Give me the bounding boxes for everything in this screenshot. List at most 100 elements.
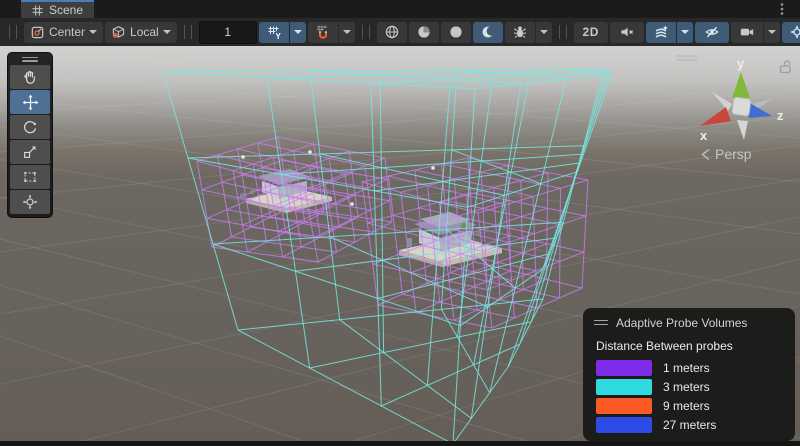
scene-effects-button[interactable] xyxy=(646,22,676,43)
move-tool-button[interactable] xyxy=(10,90,50,114)
snap-toggle-button[interactable] xyxy=(308,22,338,43)
shaded-sphere-icon xyxy=(416,24,432,40)
mode-2d-button[interactable]: 2D xyxy=(574,22,608,43)
speaker-muted-icon xyxy=(619,24,635,40)
orientation-mode-button[interactable]: Local xyxy=(105,22,177,43)
grid-visibility-button[interactable]: Y xyxy=(259,22,289,43)
camera-settings-dropdown[interactable] xyxy=(764,22,780,43)
transform-tool-button[interactable] xyxy=(10,190,50,214)
orientation-mode-label: Local xyxy=(130,25,159,39)
snap-settings-dropdown[interactable] xyxy=(339,22,355,43)
swatch-3m xyxy=(596,379,652,395)
legend-row-9m: 9 meters xyxy=(596,398,785,414)
gizmos-button[interactable] xyxy=(782,22,800,43)
transform-icon xyxy=(22,194,38,210)
toolbar-drag-handle[interactable] xyxy=(9,25,17,39)
gizmo-x-axis-cone[interactable] xyxy=(700,107,731,126)
view-hand-tool-button[interactable] xyxy=(10,65,50,89)
rect-icon xyxy=(22,169,38,185)
scene-effects-dropdown[interactable] xyxy=(677,22,693,43)
mode-2d-label: 2D xyxy=(583,25,599,39)
effects-layers-icon xyxy=(653,24,669,40)
apv-legend-panel: Adaptive Probe Volumes Distance Between … xyxy=(583,308,795,441)
camera-icon xyxy=(739,24,755,40)
window-bottom-edge xyxy=(0,441,800,446)
camera-group xyxy=(731,22,780,43)
unity-scene-window: Scene Center Local xyxy=(0,0,800,446)
persp-chevron-icon xyxy=(701,148,711,161)
camera-settings-button[interactable] xyxy=(731,22,763,43)
scene-toolbar: Center Local Y xyxy=(0,18,800,46)
hand-icon xyxy=(22,69,38,85)
gizmo-x-label: x xyxy=(700,128,708,143)
legend-label-3m: 3 meters xyxy=(663,380,710,394)
view-toggles-handle[interactable] xyxy=(559,25,567,39)
gizmo-z-label: z xyxy=(777,108,784,123)
legend-label-27m: 27 meters xyxy=(663,418,716,432)
gizmo-center-cube[interactable] xyxy=(732,97,751,116)
rotate-icon xyxy=(22,119,38,135)
scale-tool-button[interactable] xyxy=(10,140,50,164)
filled-circle-icon xyxy=(448,24,464,40)
pivot-caret-icon xyxy=(89,30,97,34)
crescent-moon-icon xyxy=(480,24,496,40)
move-icon xyxy=(22,94,39,111)
scene-grid-icon xyxy=(32,5,43,16)
wireframe-sphere-icon xyxy=(384,24,400,40)
local-cube-icon xyxy=(111,25,126,40)
gizmo-crosshair-icon xyxy=(789,24,800,40)
tools-overlay-handle[interactable] xyxy=(10,54,50,64)
orientation-caret-icon xyxy=(163,30,171,34)
gizmo-lock-icon[interactable] xyxy=(779,59,792,74)
swatch-9m xyxy=(596,398,652,414)
scene-visibility-sphere-button[interactable] xyxy=(441,22,471,43)
swatch-1m xyxy=(596,360,652,376)
projection-toggle[interactable]: Persp xyxy=(701,146,752,162)
pivot-icon xyxy=(30,25,45,40)
debug-bug-button[interactable] xyxy=(505,22,535,43)
legend-row-3m: 3 meters xyxy=(596,379,785,395)
gizmo-y-label: y xyxy=(737,56,745,71)
legend-row-1m: 1 meters xyxy=(596,360,785,376)
bug-icon xyxy=(512,24,528,40)
legend-label-1m: 1 meters xyxy=(663,361,710,375)
apv-legend-title: Adaptive Probe Volumes xyxy=(616,316,747,330)
view-options-handle[interactable] xyxy=(362,25,370,39)
gizmo-y-axis-cone[interactable] xyxy=(732,72,750,98)
scene-lighting-button[interactable] xyxy=(409,22,439,43)
grid-size-input[interactable] xyxy=(199,21,257,44)
tools-overlay xyxy=(7,52,53,218)
swatch-27m xyxy=(596,417,652,433)
gizmos-group xyxy=(782,22,800,43)
snap-group-handle[interactable] xyxy=(184,25,192,39)
apv-legend-subtitle: Distance Between probes xyxy=(596,339,785,353)
scene-visibility-button[interactable] xyxy=(695,22,729,43)
scene-view-light-moon-button[interactable] xyxy=(473,22,503,43)
legend-label-9m: 9 meters xyxy=(663,399,710,413)
snap-magnet-icon xyxy=(315,24,331,40)
legend-row-27m: 27 meters xyxy=(596,417,785,433)
window-overflow-menu-icon[interactable] xyxy=(776,2,788,16)
rotate-tool-button[interactable] xyxy=(10,115,50,139)
scale-icon xyxy=(22,144,38,160)
tab-scene[interactable]: Scene xyxy=(21,0,94,18)
rect-tool-button[interactable] xyxy=(10,165,50,189)
apv-legend-header[interactable]: Adaptive Probe Volumes xyxy=(594,315,785,330)
tab-label: Scene xyxy=(49,3,83,17)
audio-mute-button[interactable] xyxy=(610,22,644,43)
apv-legend-drag-handle[interactable] xyxy=(594,320,608,326)
effects-group xyxy=(646,22,693,43)
eye-slash-icon xyxy=(704,24,720,40)
grid-snap-group: Y xyxy=(259,22,306,43)
pivot-mode-button[interactable]: Center xyxy=(24,22,103,43)
debug-dropdown[interactable] xyxy=(536,22,552,43)
pivot-mode-label: Center xyxy=(49,25,85,39)
snap-settings-group xyxy=(308,22,355,43)
projection-label: Persp xyxy=(715,146,752,162)
svg-text:Y: Y xyxy=(275,32,281,40)
debug-group xyxy=(505,22,552,43)
grid-visibility-dropdown[interactable] xyxy=(290,22,306,43)
tab-bar: Scene xyxy=(0,0,800,18)
grid-axis-icon: Y xyxy=(266,25,282,40)
shading-mode-button[interactable] xyxy=(377,22,407,43)
